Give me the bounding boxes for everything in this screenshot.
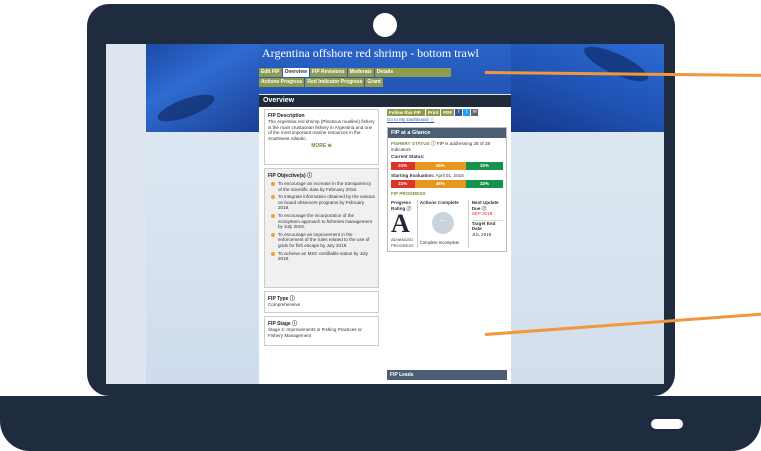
current-status-bar: 21% 46% 32% [391, 161, 503, 170]
starting-date: April 01, 2016 [435, 172, 464, 178]
background-photo-right [511, 44, 664, 132]
legend-incomplete: Incomplete [438, 239, 460, 245]
tab-grant[interactable]: Grant [365, 78, 383, 87]
background-photo-right-lower [511, 132, 664, 384]
update-info: Next Update Due ⓘ SEP 2018 Target End Da… [469, 200, 503, 248]
laptop-screen: Argentina offshore red shrimp - bottom t… [106, 44, 664, 384]
tab-bar: Edit FIP Overview FIP Revisions Moderate… [259, 68, 511, 88]
bar-green: 32% [466, 161, 503, 170]
glance-panel: FIP at a Glance FISHERY STATUS ⓘ FIP is … [387, 127, 507, 253]
current-status-label: Current Status: [391, 154, 425, 160]
objectives-box: FIP Objective(s) ⓘ To encourage an incre… [264, 168, 379, 288]
rating-subtitle: ADVANCED PROGRESS [391, 237, 414, 248]
fip-stage-box: FIP Stage ⓘ Stage 4: Improvements in Fis… [264, 316, 379, 346]
pie-legend: Complete Incomplete [420, 240, 466, 246]
progress-rating: Progress Rating ⓘ A ADVANCED PROGRESS [391, 200, 417, 248]
bullet-icon [271, 195, 275, 200]
bullet-icon [271, 232, 275, 237]
email-icon[interactable]: ✉ [471, 109, 479, 116]
bullet-icon [271, 251, 275, 256]
left-column: FIP Description The Argentina red shrimp… [264, 109, 379, 349]
fip-stage-value: Stage 4: Improvements in Fishing Practic… [268, 327, 362, 338]
tab-fip-revisions[interactable]: FIP Revisions [309, 68, 347, 77]
list-item: To achieve an MSC certifiable status by … [271, 251, 375, 262]
fip-stage-label: FIP Stage ⓘ [268, 321, 298, 327]
fish-silhouette [580, 44, 652, 88]
fishery-status: FISHERY STATUS ⓘ FIP is addressing 28 of… [391, 141, 503, 152]
tab-moderate[interactable]: Moderate [347, 68, 374, 77]
tab-edit-fip[interactable]: Edit FIP [259, 68, 282, 77]
page-title: Argentina offshore red shrimp - bottom t… [262, 46, 479, 60]
target-end-label: Target End Date [471, 219, 503, 232]
fip-type-box: FIP Type ⓘ Comprehensive [264, 291, 379, 313]
fishery-status-label: FISHERY STATUS ⓘ [391, 141, 436, 146]
description-box: FIP Description The Argentina red shrimp… [264, 109, 379, 165]
legend-complete: Complete [419, 239, 438, 245]
objectives-label: FIP Objective(s) ⓘ [268, 173, 313, 179]
tab-red-indicator-progress[interactable]: Red Indicator Progress [305, 78, 365, 87]
bar-amber: 46% [414, 180, 467, 189]
next-update-value: SEP 2018 [471, 211, 493, 217]
laptop-base [0, 396, 761, 451]
bar-green: 32% [466, 180, 503, 189]
print-button[interactable]: Print [426, 109, 441, 116]
actions-complete: Actions Complete — Complete Incomplete [416, 199, 469, 249]
main-content: FIP Description The Argentina red shrimp… [259, 107, 511, 384]
section-header: Overview [259, 95, 511, 107]
pdf-button[interactable]: PDF [441, 109, 455, 116]
fip-leads-header: FIP Leads [387, 370, 507, 380]
tab-details[interactable]: Details [374, 68, 452, 77]
bar-amber: 46% [414, 161, 467, 170]
twitter-icon[interactable]: t [463, 109, 471, 116]
tab-actions-progress[interactable]: Actions Progress [259, 78, 305, 87]
follow-button[interactable]: Follow this FIP [387, 109, 425, 116]
laptop-notch [651, 419, 683, 429]
rating-value: A [391, 209, 410, 239]
bullet-icon [271, 213, 275, 218]
fip-type-label: FIP Type ⓘ [268, 296, 295, 302]
description-text: The Argentina red shrimp (Pleoticus muel… [268, 119, 375, 141]
webcam-icon [373, 13, 397, 37]
list-item: To encourage an improvement in the enfor… [271, 232, 375, 249]
facebook-icon[interactable]: f [455, 109, 463, 116]
toolbar: Follow this FIP Print PDF f t ✉ [387, 109, 507, 116]
actions-pie: — [431, 211, 454, 234]
target-end-value: JUL 2019 [471, 231, 492, 237]
actions-label: Actions Complete [419, 199, 459, 205]
starting-status-bar: 21% 46% 32% [391, 180, 503, 189]
next-update-label: Next Update Due ⓘ [471, 199, 499, 211]
fip-type-value: Comprehensive [268, 302, 301, 307]
list-item: To encourage an increase in the transpar… [271, 181, 375, 192]
fish-silhouette [154, 89, 218, 127]
list-item: To encourage the incorporation of the ec… [271, 213, 375, 230]
starting-label: Starting Evaluation: [391, 172, 435, 178]
fip-progress-label: FIP PROGRESS [391, 191, 426, 197]
list-item: To integrate information obtained by the… [271, 194, 375, 211]
glance-header: FIP at a Glance [388, 128, 506, 138]
starting-evaluation: Starting Evaluation: April 01, 2016 [391, 173, 503, 179]
bullet-icon [271, 182, 275, 186]
right-column: Follow this FIP Print PDF f t ✉ Go to My… [387, 109, 507, 253]
background-photo-left [146, 44, 259, 132]
dashboard-link[interactable]: Go to My Dashboard ⓘ [387, 117, 507, 123]
more-link[interactable]: MORE ⊕ [268, 143, 375, 149]
bar-red: 21% [391, 180, 415, 189]
progress-grid: Progress Rating ⓘ A ADVANCED PROGRESS Ac… [391, 199, 503, 249]
background-photo-left-lower [146, 132, 259, 384]
tab-overview[interactable]: Overview [282, 68, 309, 77]
bar-red: 21% [391, 161, 415, 170]
